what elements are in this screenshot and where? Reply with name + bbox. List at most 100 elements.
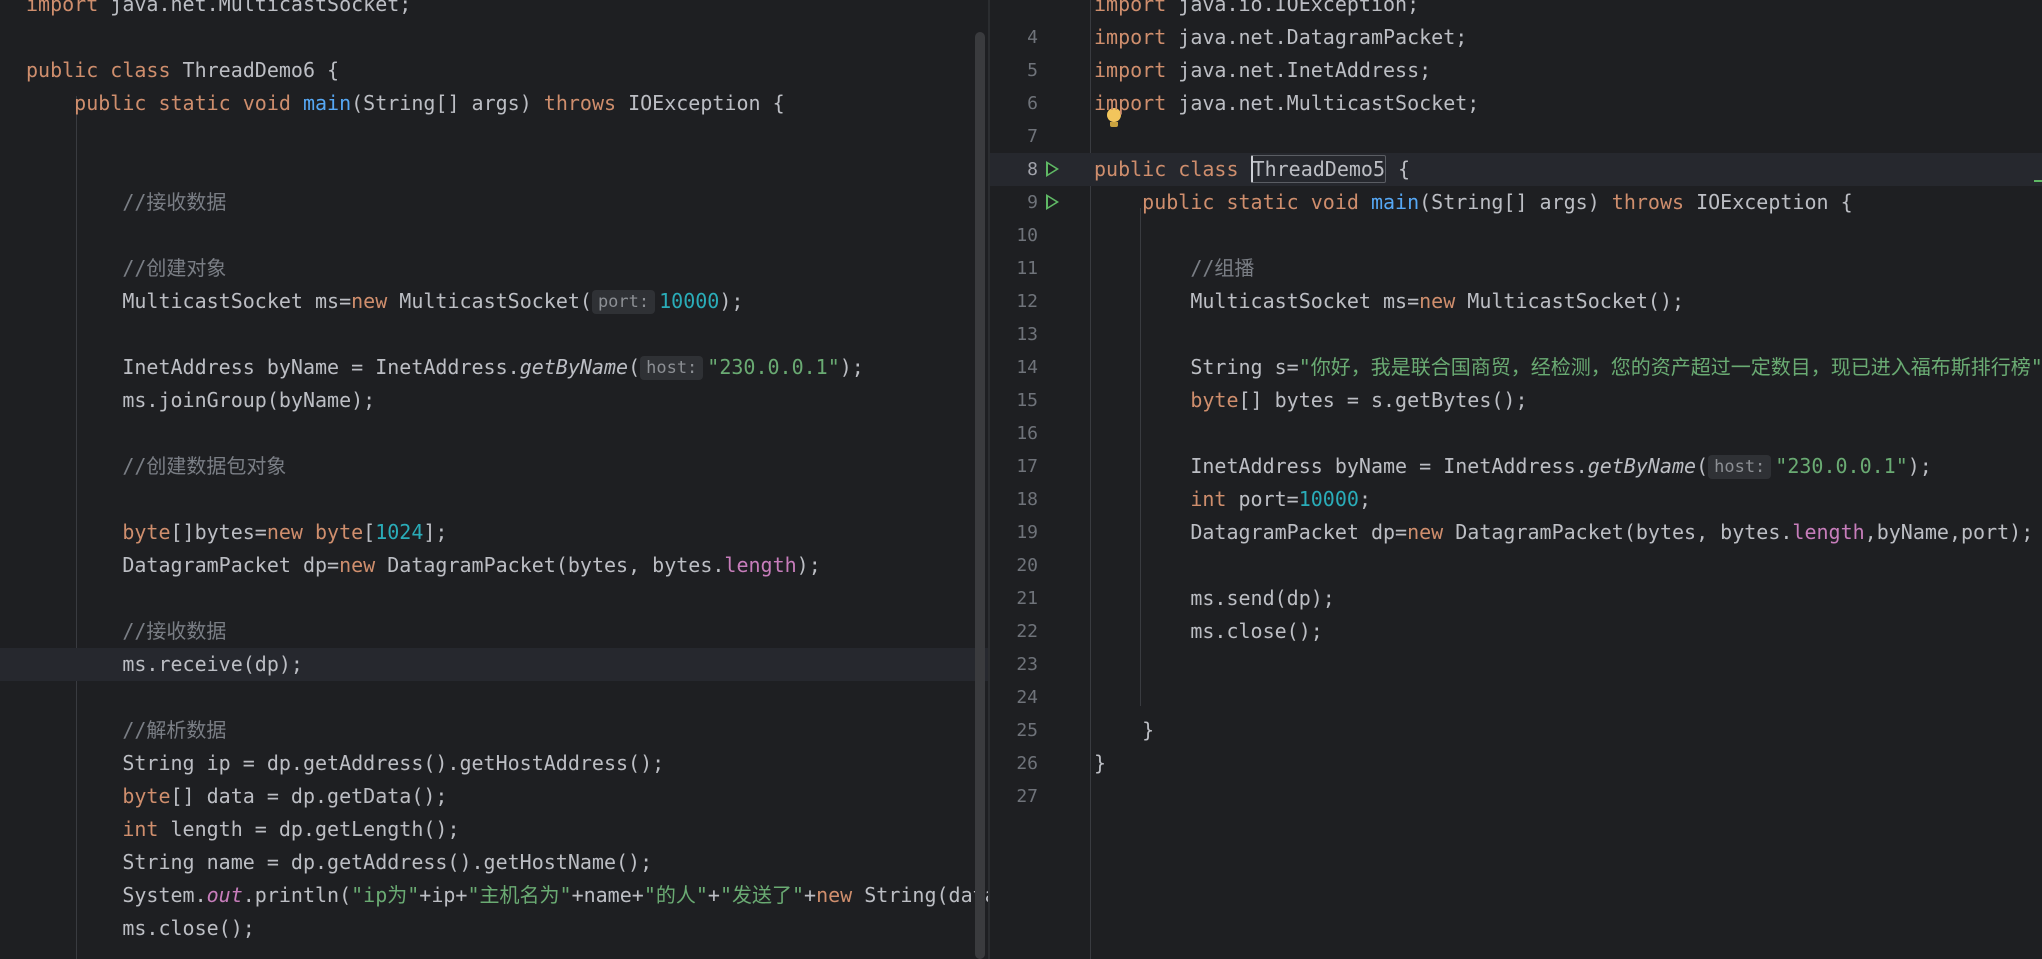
- line-number: 12: [1016, 291, 1038, 312]
- code-line[interactable]: [0, 417, 988, 450]
- code-token: java.net.MulticastSocket;: [1178, 91, 1480, 115]
- code-line[interactable]: 8 public class ThreadDemo5 {: [990, 153, 2042, 186]
- code-token: byte: [1190, 388, 1239, 412]
- code-token: length: [724, 553, 797, 577]
- code-token: (: [1696, 454, 1709, 478]
- code-line[interactable]: 24: [990, 681, 2042, 714]
- code-text: int port=10000;: [1094, 483, 1371, 516]
- code-line[interactable]: //接收数据: [0, 186, 988, 219]
- code-token: {: [1386, 157, 1411, 181]
- code-text: //创建数据包对象: [26, 450, 286, 483]
- line-number: 19: [1016, 522, 1038, 543]
- code-line[interactable]: [0, 318, 988, 351]
- code-line[interactable]: DatagramPacket dp=new DatagramPacket(byt…: [0, 549, 988, 582]
- code-line[interactable]: public static void main(String[] args) t…: [0, 87, 988, 120]
- code-token: System.: [26, 883, 207, 907]
- code-line[interactable]: public class ThreadDemo6 {: [0, 54, 988, 87]
- code-token: 10000: [659, 289, 720, 313]
- code-line[interactable]: import java.io.IOException;: [990, 0, 2042, 21]
- code-token: int: [1190, 487, 1239, 511]
- code-line[interactable]: 20: [990, 549, 2042, 582]
- code-line[interactable]: 26}: [990, 747, 2042, 780]
- code-text: DatagramPacket dp=new DatagramPacket(byt…: [1094, 516, 2033, 549]
- caret-selection[interactable]: ThreadDemo5: [1250, 155, 1386, 183]
- vertical-scrollbar[interactable]: [975, 32, 985, 959]
- code-line[interactable]: byte[] data = dp.getData();: [0, 780, 988, 813]
- code-line[interactable]: ms.close();: [0, 912, 988, 945]
- code-token: "你好，我是联合国商贸，经检测，您的资产超过一定数目，现已进入福布斯排行榜": [1298, 355, 2042, 379]
- code-line[interactable]: 5 import java.net.InetAddress;: [990, 54, 2042, 87]
- code-line[interactable]: 17 InetAddress byName = InetAddress.getB…: [990, 450, 2042, 483]
- code-line[interactable]: ms.joinGroup(byName);: [0, 384, 988, 417]
- line-number: 15: [1016, 390, 1038, 411]
- code-line[interactable]: [0, 21, 988, 54]
- code-line[interactable]: 21 ms.send(dp);: [990, 582, 2042, 615]
- code-line[interactable]: 15 byte[] bytes = s.getBytes();: [990, 384, 2042, 417]
- code-token: length: [1792, 520, 1865, 544]
- code-token: IOException {: [628, 91, 785, 115]
- code-line[interactable]: [0, 582, 988, 615]
- code-line[interactable]: byte[]bytes=new byte[1024];: [0, 516, 988, 549]
- code-line[interactable]: 6 import java.net.MulticastSocket;: [990, 87, 2042, 120]
- code-line[interactable]: 10: [990, 219, 2042, 252]
- code-line[interactable]: int length = dp.getLength();: [0, 813, 988, 846]
- code-line[interactable]: [0, 681, 988, 714]
- code-token: ThreadDemo6 {: [182, 58, 340, 82]
- code-line[interactable]: [0, 219, 988, 252]
- code-line[interactable]: 22 ms.close();: [990, 615, 2042, 648]
- run-icon[interactable]: [1046, 161, 1059, 177]
- code-line[interactable]: //创建数据包对象: [0, 450, 988, 483]
- code-token: java.net.MulticastSocket;: [98, 0, 412, 16]
- left-editor-pane[interactable]: import java.net.MulticastSocket; public c…: [0, 0, 988, 959]
- code-line[interactable]: [0, 945, 988, 959]
- code-line[interactable]: 13: [990, 318, 2042, 351]
- code-line[interactable]: System.out.println("ip为"+ip+"主机名为"+name+…: [0, 879, 988, 912]
- line-number: 9: [1027, 192, 1038, 213]
- line-number: 4: [1027, 27, 1038, 48]
- code-text: import java.io.IOException;: [1094, 0, 1419, 21]
- code-text: String s="你好，我是联合国商贸，经检测，您的资产超过一定数目，现已进入…: [1094, 351, 2042, 384]
- code-line[interactable]: MulticastSocket ms=new MulticastSocket(p…: [0, 285, 988, 318]
- code-line[interactable]: InetAddress byName = InetAddress.getByNa…: [0, 351, 988, 384]
- code-line[interactable]: //接收数据: [0, 615, 988, 648]
- code-line[interactable]: 4 import java.net.DatagramPacket;: [990, 21, 2042, 54]
- code-line[interactable]: 27: [990, 780, 2042, 813]
- code-line[interactable]: //解析数据: [0, 714, 988, 747]
- code-token: "ip为": [351, 883, 420, 907]
- code-token: String name = dp.getAddress().getHostNam…: [26, 850, 653, 874]
- code-line[interactable]: 12 MulticastSocket ms=new MulticastSocke…: [990, 285, 2042, 318]
- code-line[interactable]: import java.net.MulticastSocket;: [0, 0, 988, 21]
- right-editor-pane[interactable]: import java.io.IOException; 4 import java.…: [990, 0, 2042, 959]
- code-line[interactable]: [0, 153, 988, 186]
- line-number: 14: [1016, 357, 1038, 378]
- code-line[interactable]: ms.receive(dp);: [0, 648, 988, 681]
- code-text: ms.send(dp);: [1094, 582, 1335, 615]
- code-line[interactable]: [0, 120, 988, 153]
- code-token: (: [628, 355, 641, 379]
- code-line[interactable]: String ip = dp.getAddress().getHostAddre…: [0, 747, 988, 780]
- code-line[interactable]: String name = dp.getAddress().getHostNam…: [0, 846, 988, 879]
- code-line[interactable]: 23: [990, 648, 2042, 681]
- code-token: DatagramPacket dp=: [1094, 520, 1408, 544]
- code-line[interactable]: 9 public static void main(String[] args)…: [990, 186, 2042, 219]
- code-line[interactable]: 16: [990, 417, 2042, 450]
- code-text: System.out.println("ip为"+ip+"主机名为"+name+…: [26, 879, 988, 912]
- code-line[interactable]: 14 String s="你好，我是联合国商贸，经检测，您的资产超过一定数目，现…: [990, 351, 2042, 384]
- code-line[interactable]: [0, 483, 988, 516]
- code-line[interactable]: //创建对象: [0, 252, 988, 285]
- code-token: +: [707, 883, 720, 907]
- code-line[interactable]: 7: [990, 120, 2042, 153]
- code-token: throws: [1611, 190, 1697, 214]
- run-icon[interactable]: [1046, 194, 1059, 210]
- code-line[interactable]: 18 int port=10000;: [990, 483, 2042, 516]
- code-line[interactable]: 19 DatagramPacket dp=new DatagramPacket(…: [990, 516, 2042, 549]
- code-token: String ip = dp.getAddress().getHostAddre…: [26, 751, 665, 775]
- code-token: "的人": [643, 883, 708, 907]
- code-line[interactable]: 11 //组播: [990, 252, 2042, 285]
- code-line[interactable]: 25 }: [990, 714, 2042, 747]
- line-number: 22: [1016, 621, 1038, 642]
